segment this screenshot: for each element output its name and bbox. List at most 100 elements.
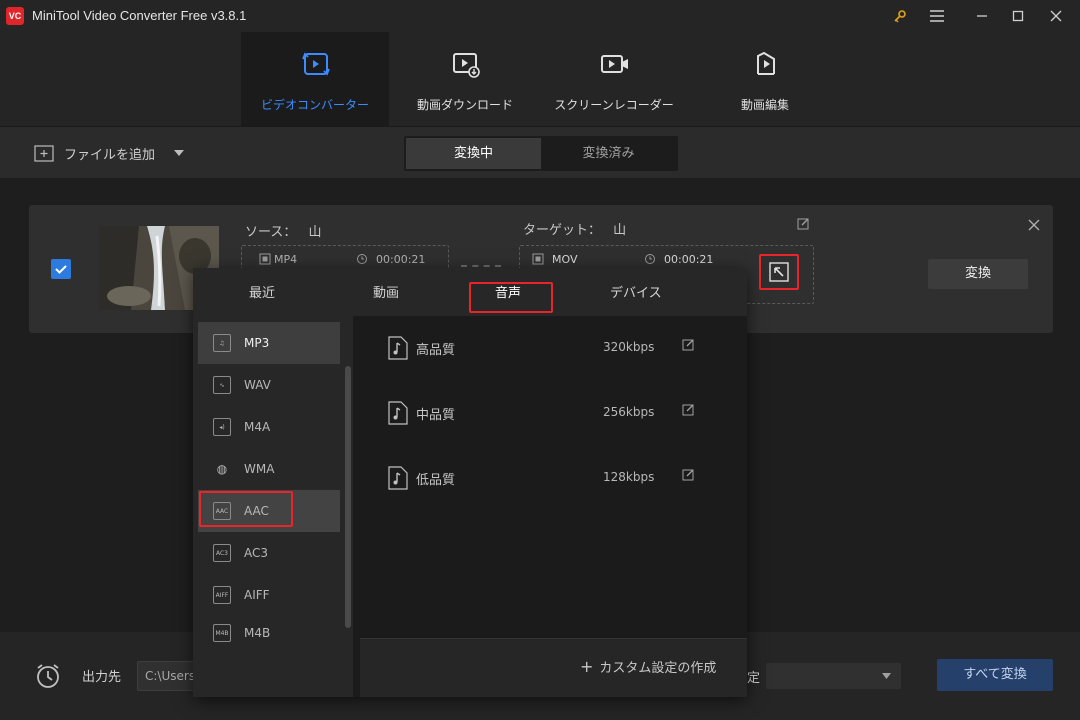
settings-select[interactable] (766, 663, 901, 689)
convert-all-button[interactable]: すべて変換 (937, 659, 1053, 691)
format-label: AC3 (244, 546, 269, 560)
target-name: 山 (613, 223, 627, 238)
tab-screen-recorder[interactable]: スクリーンレコーダー (540, 32, 688, 126)
title-bar: VC MiniTool Video Converter Free v3.8.1 (0, 0, 1080, 32)
download-icon (453, 53, 480, 78)
preset-name: 低品質 (416, 473, 456, 488)
format-item-wma[interactable]: ◍ WMA (198, 448, 340, 490)
nav-label: スクリーンレコーダー (554, 98, 674, 112)
plus-icon: + (580, 657, 594, 676)
format-item-m4a[interactable]: ◂) M4A (198, 406, 340, 448)
remove-task-icon[interactable] (1028, 219, 1040, 231)
format-item-wav[interactable]: ∿ WAV (198, 364, 340, 406)
nav-label: 動画ダウンロード (416, 98, 513, 112)
format-label: WMA (244, 462, 275, 476)
create-custom-button[interactable]: + カスタム設定の作成 (580, 657, 716, 676)
file-icon (532, 253, 544, 265)
format-item-mp3[interactable]: ♫ MP3 (198, 322, 340, 364)
source-duration: 00:00:21 (376, 253, 426, 266)
format-dropdown: 最近 動画 音声 デバイス ♫ MP3 ∿ WAV ◂) M4A ◍ WMA A… (193, 268, 747, 697)
format-label: M4B (244, 626, 271, 640)
format-item-m4b[interactable]: M4B M4B (198, 616, 340, 650)
custom-settings-bar: + カスタム設定の作成 (360, 638, 747, 697)
source-format: MP4 (274, 253, 298, 266)
audio-tab-highlight (469, 282, 553, 313)
tab-recent[interactable]: 最近 (249, 282, 275, 301)
m4b-badge-icon: M4B (213, 624, 231, 642)
convert-button[interactable]: 変換 (928, 259, 1028, 289)
edit-icon[interactable] (797, 217, 810, 230)
app-title: MiniTool Video Converter Free v3.8.1 (32, 8, 247, 23)
speaker-file-icon: ◂) (213, 418, 231, 436)
target-label: ターゲット： 山 (523, 219, 626, 238)
preset-bitrate: 256kbps (603, 405, 655, 419)
edit-icon[interactable] (682, 403, 696, 417)
status-segment: 変換中 変換済み (404, 136, 678, 171)
clock-icon (645, 254, 655, 264)
arrow-divider (461, 265, 501, 267)
tab-video[interactable]: 動画 (373, 282, 399, 301)
output-path-field[interactable]: C:\Users (137, 661, 197, 691)
tab-device[interactable]: デバイス (610, 282, 662, 301)
output-path: C:\Users (145, 669, 196, 683)
main-navigation: ビデオコンバーター 動画ダウンロード スクリーンレコーダー 動画編集 (0, 32, 1080, 126)
add-file-button[interactable]: ファイルを追加 (34, 143, 185, 163)
task-checkbox[interactable] (51, 259, 71, 279)
menu-icon[interactable] (925, 4, 949, 28)
format-tabs: 最近 動画 音声 デバイス (193, 268, 747, 316)
maximize-icon[interactable] (1006, 4, 1030, 28)
audio-file-icon (388, 401, 408, 425)
add-file-icon (34, 145, 54, 162)
key-icon[interactable] (888, 4, 912, 28)
format-list-scrollbar[interactable] (345, 366, 351, 628)
settings-label: 定 (747, 671, 761, 686)
preset-name: 中品質 (416, 408, 456, 423)
preset-name: 高品質 (416, 343, 456, 358)
app-logo: VC (6, 7, 24, 25)
target-format: MOV (552, 253, 578, 266)
tab-video-converter[interactable]: ビデオコンバーター (241, 32, 389, 126)
waveform-icon: ∿ (213, 376, 231, 394)
format-label: MP3 (244, 336, 270, 350)
close-icon[interactable] (1044, 4, 1068, 28)
nav-label: 動画編集 (740, 98, 789, 112)
edit-icon[interactable] (682, 338, 696, 352)
edit-icon[interactable] (682, 468, 696, 482)
format-item-aiff[interactable]: AIFF AIFF (198, 574, 340, 616)
tab-video-download[interactable]: 動画ダウンロード (391, 32, 539, 126)
preset-row[interactable]: 中品質 256kbps (360, 381, 747, 441)
file-icon (259, 253, 271, 265)
format-label: WAV (244, 378, 271, 392)
output-label: 出力先 (82, 670, 122, 685)
preset-bitrate: 320kbps (603, 340, 655, 354)
preset-list: 高品質 320kbps 中品質 256kbps 低品質 128kbps (360, 316, 747, 638)
format-label: AIFF (244, 588, 270, 602)
tab-converting[interactable]: 変換中 (406, 138, 541, 169)
tab-video-editor[interactable]: 動画編集 (691, 32, 839, 126)
alarm-clock-icon[interactable] (34, 662, 62, 690)
add-file-label: ファイルを追加 (64, 147, 156, 163)
format-picker-button[interactable] (767, 261, 791, 283)
chevron-down-icon (882, 673, 891, 679)
aac-highlight (199, 491, 293, 527)
clock-icon (357, 254, 367, 264)
nav-label: ビデオコンバーター (260, 98, 369, 112)
convert-icon (302, 52, 330, 76)
chevron-down-icon[interactable] (173, 149, 185, 157)
audio-file-icon (388, 336, 408, 360)
preset-row[interactable]: 低品質 128kbps (360, 446, 747, 506)
format-item-ac3[interactable]: AC3 AC3 (198, 532, 340, 574)
audio-file-icon (388, 466, 408, 490)
open-format-icon (769, 262, 789, 282)
create-custom-label: カスタム設定の作成 (599, 661, 717, 676)
source-prefix: ソース： (245, 225, 297, 240)
minimize-icon[interactable] (970, 4, 994, 28)
tab-converted[interactable]: 変換済み (541, 136, 676, 171)
source-label: ソース： 山 (245, 221, 322, 240)
music-note-icon: ♫ (213, 334, 231, 352)
source-name: 山 (308, 225, 322, 240)
camera-icon (601, 55, 628, 73)
toolbar: ファイルを追加 変換中 変換済み (0, 126, 1080, 178)
preset-row[interactable]: 高品質 320kbps (360, 316, 747, 376)
speaker-icon: ◍ (216, 462, 228, 476)
